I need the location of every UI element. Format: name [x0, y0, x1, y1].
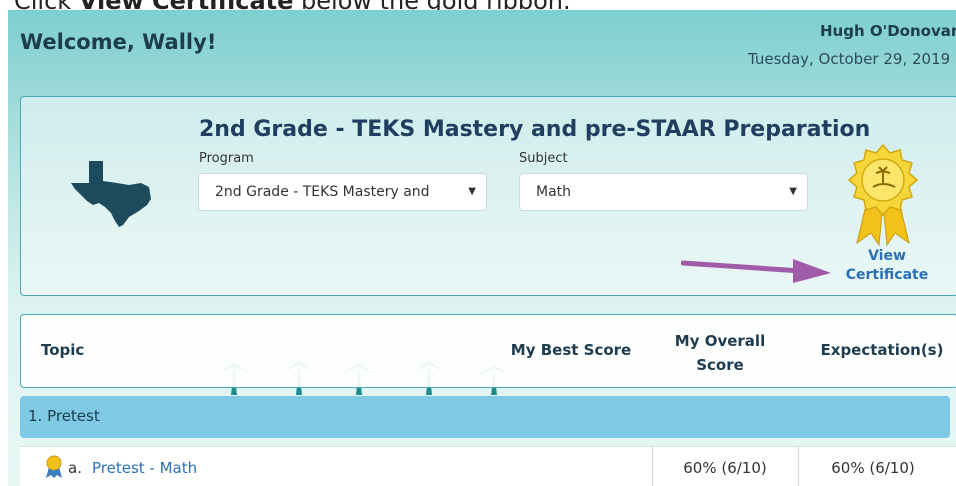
column-expectations: Expectation(s)	[820, 341, 944, 359]
gold-medal-icon[interactable]	[843, 139, 923, 249]
program-card: 2nd Grade - TEKS Mastery and pre-STAAR P…	[20, 96, 956, 395]
student-dashboard: Welcome, Wally! Hugh O'Donovan Tuesday, …	[8, 10, 956, 486]
column-best-score: My Best Score	[510, 341, 632, 359]
overall-score-value: 60% (6/10)	[683, 459, 767, 477]
program-select-value: 2nd Grade - TEKS Mastery and	[215, 184, 430, 200]
topic-prefix: a.	[68, 459, 82, 477]
program-title: 2nd Grade - TEKS Mastery and pre-STAAR P…	[199, 117, 871, 142]
small-ribbon-icon	[46, 455, 62, 478]
texas-map-icon	[71, 161, 151, 227]
program-label: Program	[199, 151, 254, 166]
section-row-pretest[interactable]: 1. Pretest	[20, 396, 950, 438]
welcome-heading: Welcome, Wally!	[20, 30, 217, 54]
column-topic: Topic	[41, 341, 85, 359]
subject-select-value: Math	[536, 184, 572, 200]
column-overall-score-line1: My Overall	[674, 332, 766, 350]
dropdown-caret-icon: ▼	[468, 186, 476, 197]
program-select[interactable]: 2nd Grade - TEKS Mastery and ▼	[198, 173, 487, 211]
expectation-value: 60% (6/10)	[831, 459, 915, 477]
subject-label: Subject	[519, 151, 568, 166]
view-certificate-link[interactable]: View Certificate	[839, 247, 935, 285]
current-date: Tuesday, October 29, 2019	[748, 50, 951, 68]
user-name[interactable]: Hugh O'Donovan	[820, 22, 956, 40]
annotation-arrow	[681, 259, 831, 283]
table-row: a. Pretest - Math 60% (6/10) 60% (6/10)	[20, 446, 956, 486]
column-overall-score: My Overall Score	[665, 329, 775, 377]
dropdown-caret-icon: ▼	[789, 186, 797, 197]
view-certificate-line1: View	[868, 248, 906, 264]
table-header: Topic My Best Score My Overall Score Exp…	[20, 314, 956, 388]
subject-select[interactable]: Math ▼	[519, 173, 808, 211]
column-overall-score-line2: Score	[696, 356, 744, 374]
view-certificate-line2: Certificate	[845, 267, 929, 283]
topic-link-pretest-math[interactable]: Pretest - Math	[92, 459, 197, 477]
